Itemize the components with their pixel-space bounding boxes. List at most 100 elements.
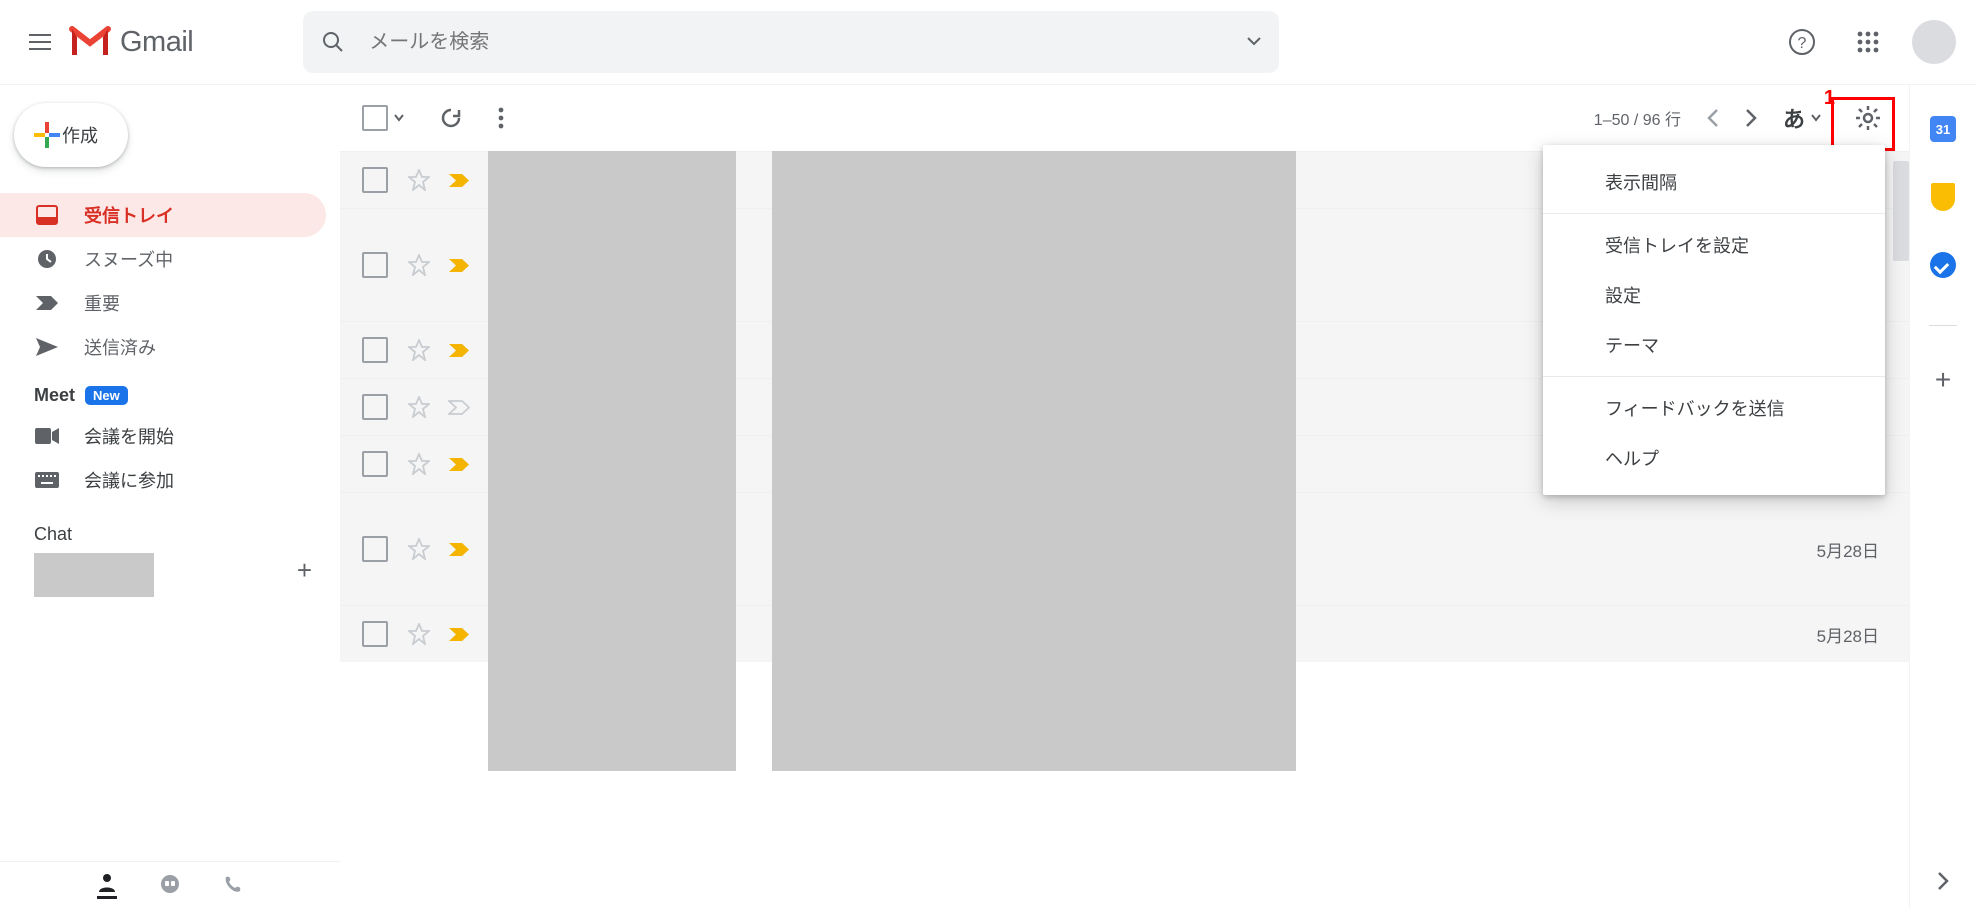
compose-button[interactable]: 作成 [14, 103, 128, 167]
star-button[interactable] [408, 254, 430, 276]
meet-start-button[interactable]: 会議を開始 [0, 414, 340, 458]
dd-item-feedback[interactable]: フィードバックを送信 [1543, 383, 1885, 433]
tasks-addon-button[interactable] [1929, 251, 1957, 279]
row-checkbox[interactable] [362, 252, 388, 278]
page-info-label: 1–50 / 96 行 [1594, 106, 1681, 130]
get-addons-button[interactable]: + [1929, 366, 1957, 394]
row-checkbox[interactable] [362, 451, 388, 477]
sidebar-item-label: 送信済み [84, 334, 156, 360]
app-body: 作成 受信トレイ スヌーズ中 重要 [0, 85, 1976, 908]
settings-button[interactable] [1847, 97, 1889, 139]
chat-person-tab[interactable] [97, 872, 117, 899]
row-checkbox[interactable] [362, 167, 388, 193]
meet-join-button[interactable]: 会議に参加 [0, 458, 340, 502]
dd-item-density[interactable]: 表示間隔 [1543, 157, 1885, 207]
phone-tab[interactable] [223, 875, 243, 895]
row-checkbox[interactable] [362, 621, 388, 647]
dd-separator [1543, 213, 1885, 214]
dd-label: ヘルプ [1605, 445, 1659, 471]
next-page-button[interactable] [1745, 109, 1757, 127]
importance-marker[interactable] [448, 400, 470, 415]
search-input[interactable] [367, 30, 1247, 55]
plus-icon: + [1935, 364, 1951, 396]
search-bar[interactable] [303, 11, 1279, 73]
meet-section-title: Meet New [0, 369, 340, 414]
mail-date: 5月28日 [1817, 537, 1879, 562]
compose-label: 作成 [62, 122, 98, 148]
dd-label: フィードバックを送信 [1605, 395, 1785, 421]
star-button[interactable] [408, 538, 430, 560]
chat-section: Chat + [0, 502, 340, 597]
star-button[interactable] [408, 396, 430, 418]
star-icon [408, 169, 430, 191]
meet-title-label: Meet [34, 385, 75, 406]
sidebar-item-inbox[interactable]: 受信トレイ [0, 193, 326, 237]
redacted-sender-column [488, 151, 736, 771]
refresh-button[interactable] [440, 107, 462, 129]
hangouts-tab[interactable] [159, 874, 181, 896]
important-icon [448, 173, 470, 188]
chat-add-button[interactable]: + [297, 555, 312, 586]
clock-icon [34, 248, 60, 270]
dd-item-themes[interactable]: テーマ [1543, 320, 1885, 370]
hide-side-panel-button[interactable] [1937, 872, 1949, 890]
meet-new-badge: New [85, 386, 128, 405]
folder-nav: 受信トレイ スヌーズ中 重要 送信済み [0, 193, 340, 369]
importance-marker[interactable] [448, 627, 470, 642]
sidebar-item-important[interactable]: 重要 [0, 281, 326, 325]
keep-addon-button[interactable] [1929, 183, 1957, 211]
important-icon [448, 400, 470, 415]
select-all-checkbox[interactable] [362, 105, 404, 131]
chat-footer [0, 837, 340, 908]
sidebar-item-label: 重要 [84, 290, 120, 316]
importance-marker[interactable] [448, 343, 470, 358]
main-panel: 1–50 / 96 行 あ [340, 85, 1909, 908]
importance-marker[interactable] [448, 173, 470, 188]
important-icon [448, 457, 470, 472]
row-checkbox[interactable] [362, 337, 388, 363]
importance-marker[interactable] [448, 542, 470, 557]
keyboard-icon [34, 472, 60, 488]
star-button[interactable] [408, 339, 430, 361]
caret-down-icon [394, 114, 404, 122]
hangouts-icon [159, 874, 181, 896]
sidebar-item-sent[interactable]: 送信済み [0, 325, 326, 369]
account-avatar[interactable] [1912, 20, 1956, 64]
row-checkbox[interactable] [362, 536, 388, 562]
input-tools-button[interactable]: あ [1783, 102, 1821, 134]
chat-footer-tabs [0, 861, 340, 908]
main-menu-button[interactable] [16, 18, 64, 66]
sidebar-item-label: スヌーズ中 [84, 246, 173, 272]
search-options-caret-icon[interactable] [1247, 37, 1261, 47]
sidebar-item-snoozed[interactable]: スヌーズ中 [0, 237, 326, 281]
meet-item-label: 会議を開始 [84, 423, 174, 449]
star-button[interactable] [408, 623, 430, 645]
phone-icon [223, 875, 243, 895]
svg-text:?: ? [1798, 35, 1807, 52]
important-icon [34, 295, 60, 311]
chevron-right-icon [1937, 872, 1949, 890]
calendar-addon-button[interactable]: 31 [1929, 115, 1957, 143]
prev-page-button[interactable] [1707, 109, 1719, 127]
support-button[interactable]: ? [1780, 20, 1824, 64]
importance-marker[interactable] [448, 258, 470, 273]
row-checkbox[interactable] [362, 394, 388, 420]
star-icon [408, 254, 430, 276]
dd-item-settings[interactable]: 設定 [1543, 270, 1885, 320]
importance-marker[interactable] [448, 457, 470, 472]
gmail-logo[interactable]: Gmail [68, 25, 193, 59]
dd-item-help[interactable]: ヘルプ [1543, 433, 1885, 483]
star-icon [408, 396, 430, 418]
dd-item-configure-inbox[interactable]: 受信トレイを設定 [1543, 220, 1885, 270]
keep-icon [1931, 183, 1955, 211]
star-button[interactable] [408, 453, 430, 475]
video-icon [34, 428, 60, 444]
chat-contact-placeholder[interactable] [34, 553, 154, 597]
star-button[interactable] [408, 169, 430, 191]
apps-button[interactable] [1846, 20, 1890, 64]
dd-label: テーマ [1605, 332, 1659, 358]
more-button[interactable] [498, 107, 504, 129]
scrollbar[interactable] [1893, 161, 1909, 261]
gear-icon [1855, 105, 1881, 131]
app-header: Gmail ? [0, 0, 1976, 85]
